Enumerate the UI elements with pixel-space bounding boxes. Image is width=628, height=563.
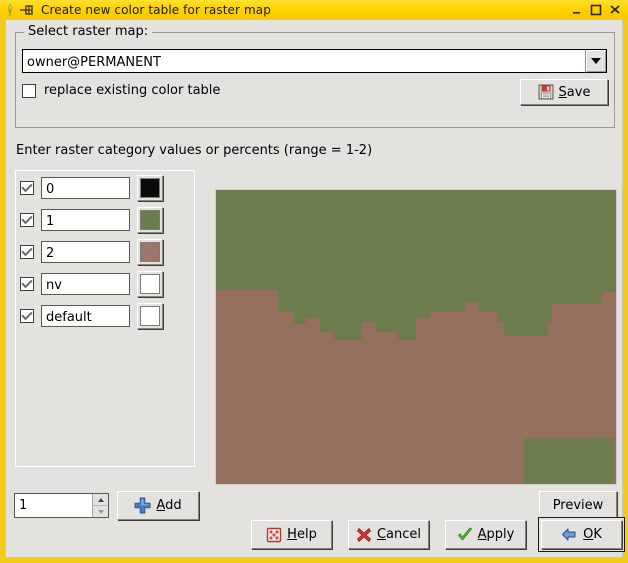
close-button[interactable] (608, 3, 621, 16)
dialog-button-bar: Help Cancel Apply OK (6, 511, 625, 557)
ok-button[interactable]: OK (541, 520, 622, 549)
apply-label-rest: pply (486, 527, 515, 542)
cancel-button-label: Cancel (377, 527, 421, 542)
category-value-input[interactable] (41, 241, 130, 263)
enter-arrow-icon (561, 527, 578, 542)
cancel-label-rest: ancel (386, 527, 422, 542)
category-row (17, 204, 187, 236)
category-list-panel[interactable] (15, 170, 195, 467)
category-enable-checkbox[interactable] (20, 213, 34, 227)
category-value-input[interactable] (41, 273, 130, 295)
category-rows (17, 172, 187, 332)
help-mnemonic: H (287, 527, 297, 542)
category-value-input[interactable] (41, 305, 130, 327)
check-icon (457, 527, 473, 543)
color-swatch (140, 210, 160, 230)
category-color-button[interactable] (137, 175, 163, 201)
ok-button-label: OK (583, 527, 602, 542)
window-title: Create new color table for raster map (41, 2, 271, 17)
save-mnemonic: S (558, 84, 567, 100)
category-value-input[interactable] (41, 209, 130, 231)
leaf-icon (3, 2, 17, 17)
map-preview-canvas (216, 190, 616, 484)
color-swatch (140, 274, 160, 294)
pin-icon (19, 3, 35, 17)
maximize-button[interactable] (589, 3, 602, 16)
apply-button[interactable]: Apply (445, 520, 526, 549)
ok-label-rest: K (593, 527, 602, 542)
group-title: Select raster map: (24, 24, 153, 39)
color-swatch (140, 242, 160, 262)
category-color-button[interactable] (137, 303, 163, 329)
category-enable-checkbox[interactable] (20, 277, 34, 291)
help-button[interactable]: Help (251, 520, 332, 549)
floppy-disk-icon (538, 84, 554, 100)
save-button-label: Save (559, 85, 591, 100)
category-row (17, 236, 187, 268)
cancel-mnemonic: C (376, 527, 387, 542)
category-enable-checkbox[interactable] (20, 309, 34, 323)
category-value-input[interactable] (41, 177, 130, 199)
category-color-button[interactable] (137, 271, 163, 297)
ok-mnemonic: O (583, 527, 594, 542)
instruction-text: Enter raster category values or percents… (16, 143, 373, 158)
ok-button-focus-frame: OK (538, 517, 625, 552)
apply-button-label: Apply (478, 527, 515, 542)
category-row (17, 268, 187, 300)
raster-map-combobox[interactable] (22, 49, 607, 73)
color-swatch (140, 178, 160, 198)
minimize-button[interactable] (570, 3, 583, 16)
apply-mnemonic: A (477, 527, 487, 542)
help-button-label: Help (287, 527, 317, 542)
help-label-rest: elp (296, 527, 317, 542)
chevron-down-icon (591, 58, 601, 64)
spinner-increment-button[interactable] (93, 494, 108, 506)
replace-color-table-label: replace existing color table (44, 83, 221, 98)
category-row (17, 172, 187, 204)
window-controls (570, 3, 621, 16)
raster-map-preview[interactable] (215, 189, 617, 485)
save-button[interactable]: Save (520, 79, 608, 105)
raster-map-input[interactable] (22, 49, 585, 73)
category-enable-checkbox[interactable] (20, 245, 34, 259)
application-window: Create new color table for raster map Se… (0, 0, 628, 563)
raster-map-dropdown-button[interactable] (585, 49, 607, 73)
cancel-button[interactable]: Cancel (348, 520, 429, 549)
replace-color-table-row[interactable]: replace existing color table (22, 83, 220, 98)
replace-color-table-checkbox[interactable] (22, 83, 36, 98)
help-icon (266, 527, 282, 543)
category-color-button[interactable] (137, 239, 163, 265)
title-bar[interactable]: Create new color table for raster map (0, 0, 628, 19)
category-row (17, 300, 187, 332)
dialog-body: Select raster map: replace existing colo… (5, 19, 625, 558)
color-swatch (140, 306, 160, 326)
cross-icon (356, 527, 372, 543)
triangle-up-icon (97, 497, 104, 502)
category-color-button[interactable] (137, 207, 163, 233)
category-enable-checkbox[interactable] (20, 181, 34, 195)
save-label-rest: ave (566, 84, 591, 100)
